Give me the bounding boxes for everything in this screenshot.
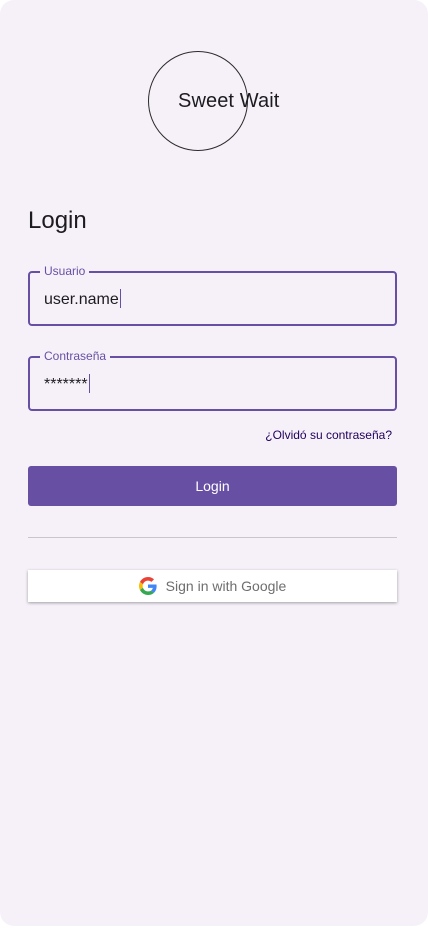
- text-caret: [88, 374, 90, 393]
- forgot-password-link[interactable]: ¿Olvidó su contraseña?: [265, 428, 392, 442]
- page-title: Login: [28, 207, 87, 234]
- app-logo-text: Sweet Wait: [178, 90, 280, 112]
- login-screen: Sweet Wait Login Usuario user.name Contr…: [0, 0, 428, 926]
- divider: [28, 537, 397, 538]
- password-label: Contraseña: [40, 349, 111, 363]
- password-field[interactable]: Contraseña *******: [28, 349, 397, 411]
- username-label: Usuario: [40, 264, 90, 278]
- password-value: *******: [44, 376, 88, 393]
- text-caret: [119, 289, 121, 308]
- login-button[interactable]: Login: [28, 466, 397, 506]
- username-value: user.name: [44, 291, 119, 308]
- google-sign-in-label: Sign in with Google: [165, 578, 287, 594]
- google-g-icon: [138, 577, 157, 595]
- username-input[interactable]: user.name: [44, 289, 121, 310]
- username-field[interactable]: Usuario user.name: [28, 264, 397, 326]
- google-sign-in-button[interactable]: Sign in with Google: [28, 570, 397, 602]
- password-input[interactable]: *******: [44, 374, 90, 395]
